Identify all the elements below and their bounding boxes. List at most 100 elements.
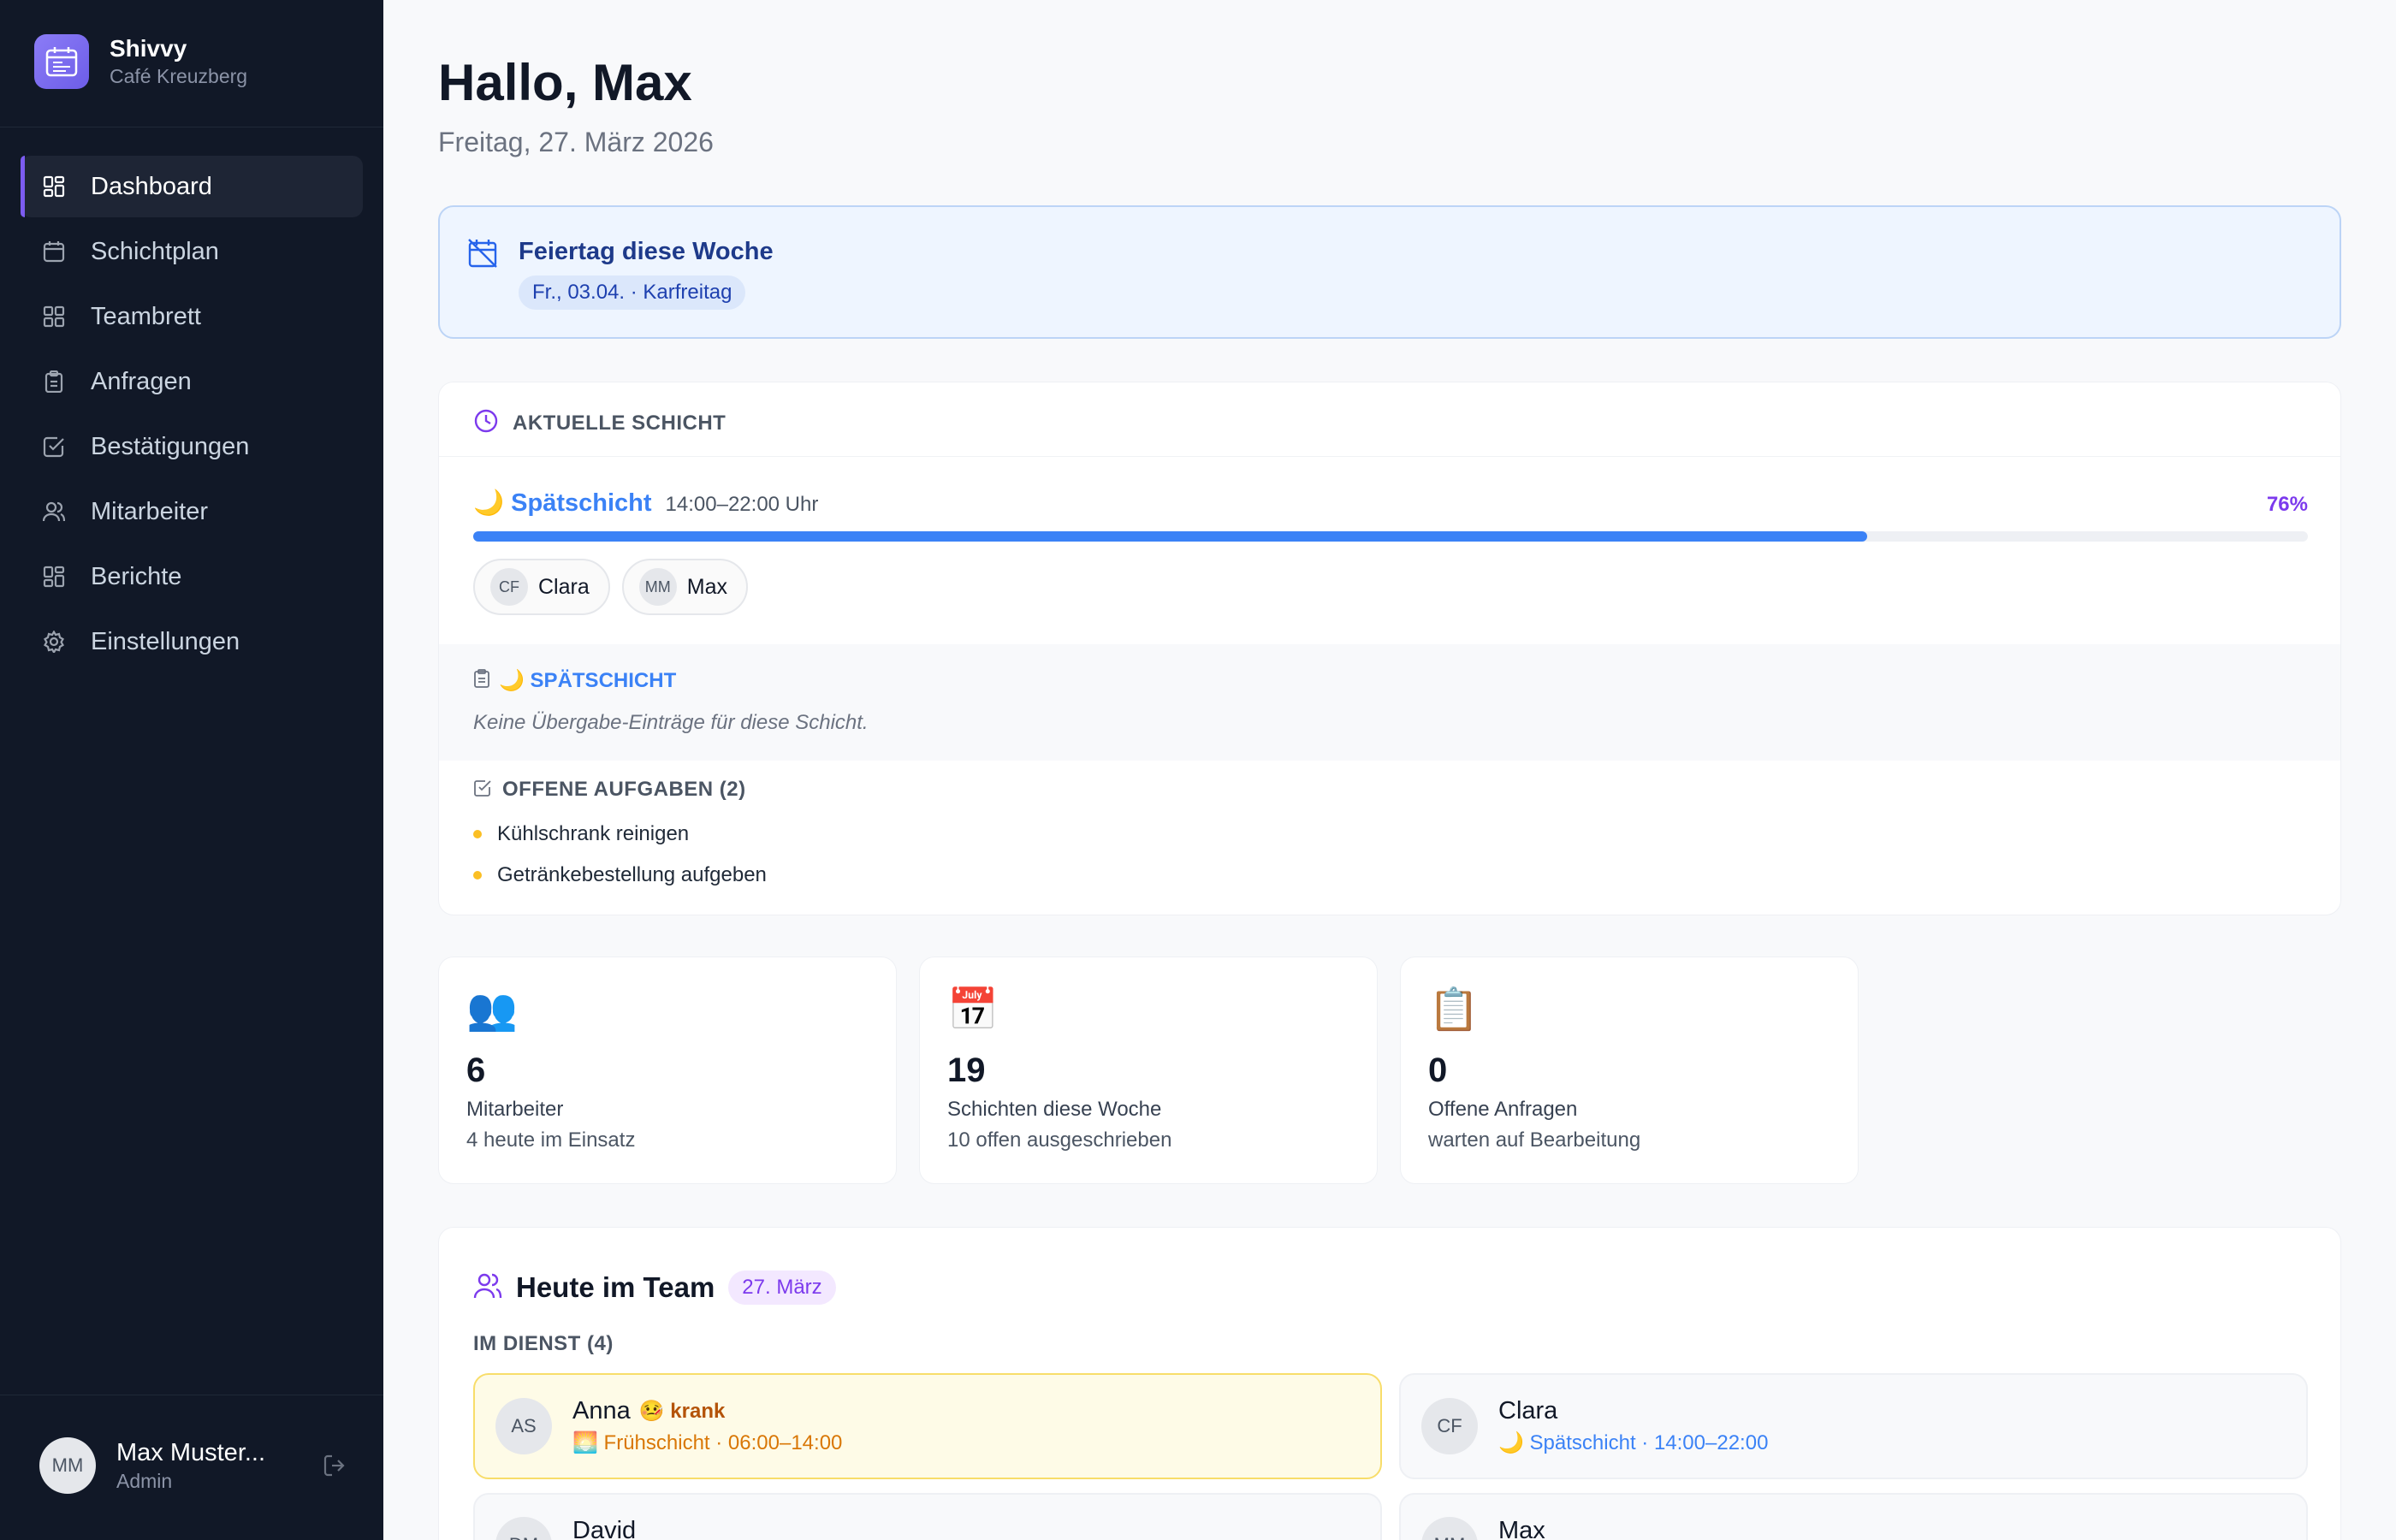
calendar-off-icon: [467, 238, 498, 273]
avatar: MM: [638, 568, 677, 606]
avatar: MM: [1421, 1517, 1478, 1540]
grid-icon: [41, 564, 67, 589]
staff-name: Clara: [538, 574, 590, 599]
clock-icon: [473, 408, 499, 438]
member-name: Anna: [572, 1397, 631, 1424]
stat-label: Schichten diese Woche: [947, 1098, 1162, 1121]
sidebar-item-label: Berichte: [91, 562, 182, 590]
section-label: AKTUELLE SCHICHT: [513, 411, 727, 435]
team-member-card[interactable]: AS Anna 🤒 krank 🌅 Frühschicht · 06:00–14…: [473, 1373, 1382, 1479]
member-shift: 🌙 Spätschicht · 14:00–22:00: [1498, 1431, 1769, 1454]
team-member-card[interactable]: CF Clara 🌙 Spätschicht · 14:00–22:00: [1399, 1373, 2308, 1479]
sidebar-item-label: Einstellungen: [91, 627, 240, 655]
avatar: CF: [1421, 1398, 1478, 1454]
sidebar-item-label: Mitarbeiter: [91, 497, 208, 525]
stat-card-requests[interactable]: 📋 0 Offene Anfragen warten auf Bearbeitu…: [1400, 957, 1859, 1184]
sidebar-item-einstellungen[interactable]: Einstellungen: [21, 611, 363, 672]
grid-icon: [41, 174, 67, 199]
brand-subtitle: Café Kreuzberg: [110, 65, 248, 87]
stat-number: 6: [466, 1051, 486, 1089]
sidebar-item-mitarbeiter[interactable]: Mitarbeiter: [21, 481, 363, 542]
bullet-dot: [473, 871, 482, 880]
avatar: AS: [495, 1398, 552, 1454]
current-shift-card: AKTUELLE SCHICHT 🌙 Spätschicht 14:00–22:…: [438, 382, 2341, 915]
sidebar-item-label: Anfragen: [91, 367, 192, 395]
stat-label: Mitarbeiter: [466, 1098, 564, 1121]
staff-chip[interactable]: CF Clara: [473, 559, 610, 615]
stat-sub: 4 heute im Einsatz: [466, 1128, 636, 1152]
gear-icon: [41, 629, 67, 654]
user-name: Max Muster...: [116, 1439, 266, 1466]
grid-icon: [41, 304, 67, 329]
clipboard-icon: [473, 669, 490, 692]
holiday-banner: Feiertag diese Woche Fr., 03.04. · Karfr…: [438, 205, 2341, 339]
stat-card-employees[interactable]: 👥 6 Mitarbeiter 4 heute im Einsatz: [438, 957, 897, 1184]
holiday-title: Feiertag diese Woche: [519, 238, 774, 265]
sidebar-item-label: Schichtplan: [91, 237, 219, 265]
sidebar-nav: Dashboard Schichtplan Teambrett Anfragen…: [21, 156, 363, 676]
list-item[interactable]: Kühlschrank reinigen: [473, 822, 689, 846]
stat-label: Offene Anfragen: [1428, 1098, 1578, 1121]
shift-staff: CF Clara MM Max: [473, 559, 760, 615]
team-today-card: Heute im Team 27. März IM DIENST (4) AS …: [438, 1227, 2341, 1540]
sidebar-item-berichte[interactable]: Berichte: [21, 546, 363, 607]
calendar-logo-icon: [34, 34, 89, 89]
brand[interactable]: Shivvy Café Kreuzberg: [34, 34, 247, 89]
stat-number: 19: [947, 1051, 986, 1089]
calendar-icon: [41, 239, 67, 264]
page-title: Hallo, Max: [438, 54, 692, 111]
stat-number: 0: [1428, 1051, 1448, 1089]
page-date: Freitag, 27. März 2026: [438, 127, 714, 157]
user-profile[interactable]: MM Max Muster... Admin: [39, 1437, 347, 1494]
clipboard-icon: 📋: [1428, 987, 1480, 1033]
stat-card-shifts[interactable]: 📅 19 Schichten diese Woche 10 offen ausg…: [919, 957, 1378, 1184]
member-name: Max: [1498, 1517, 1545, 1540]
team-title: Heute im Team: [516, 1271, 715, 1303]
sick-badge: 🤒 krank: [638, 1400, 726, 1423]
handover-note: Keine Übergabe-Einträge für diese Schich…: [473, 711, 869, 734]
member-name: David: [572, 1517, 637, 1540]
shift-time: 14:00–22:00 Uhr: [665, 493, 819, 516]
divider: [439, 456, 2340, 457]
team-date-badge: 27. März: [728, 1270, 836, 1305]
shift-progress-fill: [473, 531, 1868, 542]
clipboard-icon: [41, 369, 67, 394]
sidebar-item-teambrett[interactable]: Teambrett: [21, 286, 363, 347]
holiday-badge: Fr., 03.04. · Karfreitag: [519, 275, 746, 310]
staff-chip[interactable]: MM Max: [621, 559, 748, 615]
logout-icon[interactable]: [322, 1453, 347, 1478]
sidebar-item-dashboard[interactable]: Dashboard: [21, 156, 363, 217]
member-shift: 🌅 Frühschicht · 06:00–14:00: [572, 1431, 843, 1454]
calendar-icon: 📅: [947, 987, 999, 1033]
avatar: DM: [495, 1517, 552, 1540]
bullet-dot: [473, 830, 482, 838]
shift-progress-label: 76%: [2266, 493, 2308, 516]
sidebar: Shivvy Café Kreuzberg Dashboard Schichtp…: [0, 0, 383, 1540]
handover-section: 🌙 SPÄTSCHICHT Keine Übergabe-Einträge fü…: [439, 644, 2340, 761]
avatar: MM: [39, 1437, 96, 1494]
sidebar-item-label: Dashboard: [91, 172, 212, 200]
team-member-card[interactable]: MM Max: [1399, 1493, 2308, 1540]
users-icon: [473, 1272, 502, 1304]
member-name: Clara: [1498, 1397, 1558, 1424]
people-icon: 👥: [466, 987, 518, 1033]
sidebar-item-label: Teambrett: [91, 302, 201, 330]
sidebar-item-anfragen[interactable]: Anfragen: [21, 351, 363, 412]
check-square-icon: [41, 434, 67, 459]
avatar: CF: [490, 568, 528, 606]
sidebar-item-bestaetigungen[interactable]: Bestätigungen: [21, 416, 363, 477]
stat-sub: warten auf Bearbeitung: [1428, 1128, 1641, 1152]
users-icon: [41, 499, 67, 524]
check-square-icon: [473, 779, 492, 802]
shift-progress-bar: [473, 531, 2308, 542]
user-role: Admin: [116, 1470, 173, 1492]
task-text: Getränkebestellung aufgeben: [497, 863, 767, 886]
team-member-card[interactable]: DM David: [473, 1493, 1382, 1540]
handover-title: 🌙 SPÄTSCHICHT: [499, 669, 677, 692]
list-item[interactable]: Getränkebestellung aufgeben: [473, 863, 767, 887]
sidebar-item-schichtplan[interactable]: Schichtplan: [21, 221, 363, 282]
task-text: Kühlschrank reinigen: [497, 822, 690, 845]
shift-name: 🌙 Spätschicht: [473, 489, 652, 517]
staff-name: Max: [686, 574, 727, 599]
stat-sub: 10 offen ausgeschrieben: [947, 1128, 1172, 1152]
